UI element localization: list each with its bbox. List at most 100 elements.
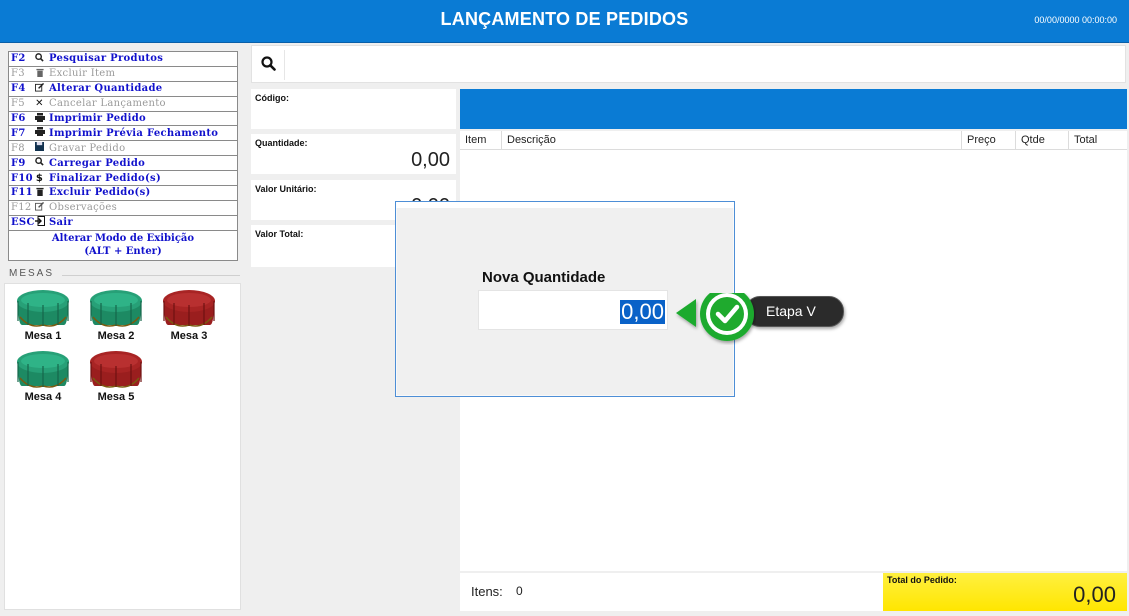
search-input[interactable] xyxy=(251,45,1126,83)
table-mesa-2[interactable]: Mesa 2 xyxy=(85,287,147,349)
column-header-item[interactable]: Item xyxy=(460,131,502,150)
shortcut-f4[interactable]: F4 Alterar Quantidade xyxy=(9,82,237,97)
shortcut-label: Carregar Pedido xyxy=(49,157,146,169)
mesas-title: MESAS xyxy=(9,268,55,279)
quantidade-value: 0,00 xyxy=(411,149,450,171)
shortcut-f3[interactable]: F3 Excluir Item xyxy=(9,67,237,82)
table-label: Mesa 1 xyxy=(24,330,62,342)
column-header-descricao[interactable]: Descrição xyxy=(502,131,962,150)
table-icon xyxy=(90,290,142,327)
valor-unitario-label: Valor Unitário: xyxy=(255,184,317,194)
shortcut-label: Excluir Item xyxy=(49,68,116,80)
check-icon xyxy=(676,293,754,341)
table-label: Mesa 3 xyxy=(170,330,208,342)
itens-value: 0 xyxy=(516,584,523,598)
app-window: LANÇAMENTO DE PEDIDOS 00/00/0000 00:00:0… xyxy=(0,0,1129,616)
mesas-panel: Mesa 1 Mesa 2 Mesa 3 Mesa 4 Mesa 5 xyxy=(4,283,241,610)
display-mode-shortcut: (ALT + Enter) xyxy=(84,245,162,257)
order-total-box: Total do Pedido: 0,00 xyxy=(883,573,1127,611)
table-icon xyxy=(163,290,215,327)
trash-icon xyxy=(33,68,46,80)
total-value: 0,00 xyxy=(1073,582,1116,607)
table-mesa-5[interactable]: Mesa 5 xyxy=(85,348,147,410)
header-bar: LANÇAMENTO DE PEDIDOS 00/00/0000 00:00:0… xyxy=(0,0,1129,43)
exit-icon xyxy=(33,216,46,229)
shortcut-label: Observações xyxy=(49,202,118,214)
shortcut-label: Gravar Pedido xyxy=(49,142,126,154)
table-label: Mesa 5 xyxy=(97,391,135,403)
shortcut-label: Finalizar Pedido(s) xyxy=(49,172,162,184)
shortcut-f12[interactable]: F12 Observações xyxy=(9,201,237,216)
total-label: Total do Pedido: xyxy=(887,575,957,585)
table-mesa-1[interactable]: Mesa 1 xyxy=(12,287,74,349)
quantity-input[interactable]: 0,00 xyxy=(478,290,668,330)
shortcut-f11[interactable]: F11 Excluir Pedido(s) xyxy=(9,186,237,201)
shortcut-key: F7 xyxy=(11,127,26,139)
shortcut-key: F3 xyxy=(11,68,25,80)
column-header-preco[interactable]: Preço xyxy=(962,131,1016,150)
shortcut-label: Imprimir Pedido xyxy=(49,113,147,124)
items-count-bar: Itens: 0 xyxy=(460,573,884,611)
shortcut-label: Alterar Quantidade xyxy=(49,83,163,95)
shortcut-key: F6 xyxy=(11,113,26,124)
codigo-field[interactable]: Código: xyxy=(251,89,456,129)
shortcut-label: Pesquisar Produtos xyxy=(49,53,164,65)
shortcut-f10[interactable]: F10 $ Finalizar Pedido(s) xyxy=(9,171,237,187)
shortcut-f7[interactable]: F7 Imprimir Prévia Fechamento xyxy=(9,126,237,142)
shortcut-label: Sair xyxy=(49,217,73,229)
edit-icon xyxy=(33,201,46,214)
table-icon xyxy=(90,351,142,388)
dialog-titlebar xyxy=(396,202,734,208)
table-icon xyxy=(17,290,69,327)
divider xyxy=(284,50,285,80)
shortcut-f5[interactable]: F5 ✕ Cancelar Lançamento xyxy=(9,97,237,112)
shortcut-key: F11 xyxy=(11,187,33,199)
shortcut-key: F5 xyxy=(11,98,25,110)
quantidade-label: Quantidade: xyxy=(255,138,308,148)
step-callout: Etapa V xyxy=(745,296,844,327)
dialog-label: Nova Quantidade xyxy=(482,269,606,286)
clock-display: 00/00/0000 00:00:00 xyxy=(1034,15,1117,25)
shortcut-key: F4 xyxy=(11,83,26,95)
shortcut-key: F8 xyxy=(11,142,25,154)
shortcut-label: Imprimir Prévia Fechamento xyxy=(49,127,219,139)
close-icon: ✕ xyxy=(35,98,44,110)
valor-total-label: Valor Total: xyxy=(255,229,304,239)
table-icon xyxy=(17,351,69,388)
codigo-label: Código: xyxy=(255,93,289,103)
table-mesa-3[interactable]: Mesa 3 xyxy=(158,287,220,349)
shortcut-esc[interactable]: ESC Sair xyxy=(9,216,237,231)
column-header-qtde[interactable]: Qtde xyxy=(1016,131,1069,150)
step-callout-text: Etapa V xyxy=(766,303,816,319)
shortcut-key: ESC xyxy=(11,217,35,229)
itens-label: Itens: xyxy=(471,584,503,599)
table-label: Mesa 4 xyxy=(24,391,62,403)
edit-icon xyxy=(33,82,46,95)
search-icon[interactable] xyxy=(261,56,276,76)
shortcut-label: Cancelar Lançamento xyxy=(49,98,166,110)
shortcut-f6[interactable]: F6 Imprimir Pedido xyxy=(9,112,237,127)
grid-header: Item Descrição Preço Qtde Total xyxy=(460,131,1127,150)
search-icon xyxy=(33,53,46,65)
save-icon xyxy=(33,142,46,154)
trash-icon xyxy=(33,187,46,199)
shortcut-key: F12 xyxy=(11,202,32,214)
shortcut-key: F10 xyxy=(11,172,33,184)
page-title: LANÇAMENTO DE PEDIDOS xyxy=(440,9,689,29)
shortcut-f9[interactable]: F9 Carregar Pedido xyxy=(9,156,237,172)
shortcut-f2[interactable]: F2 Pesquisar Produtos xyxy=(9,52,237,67)
display-mode-toggle[interactable]: Alterar Modo de Exibição (ALT + Enter) xyxy=(9,231,237,258)
shortcut-label: Excluir Pedido(s) xyxy=(49,187,151,199)
table-label: Mesa 2 xyxy=(97,330,135,342)
table-mesa-4[interactable]: Mesa 4 xyxy=(12,348,74,410)
divider xyxy=(62,275,240,276)
display-mode-label: Alterar Modo de Exibição xyxy=(51,232,195,244)
shortcut-key: F9 xyxy=(11,157,26,169)
shortcuts-panel: F2 Pesquisar Produtos F3 Excluir Item F4… xyxy=(8,51,238,261)
quantidade-field[interactable]: Quantidade: 0,00 xyxy=(251,134,456,174)
shortcut-f8[interactable]: F8 Gravar Pedido xyxy=(9,141,237,157)
search-icon xyxy=(33,157,46,169)
shortcut-key: F2 xyxy=(11,53,26,65)
printer-icon xyxy=(33,112,46,125)
column-header-total[interactable]: Total xyxy=(1069,131,1127,150)
